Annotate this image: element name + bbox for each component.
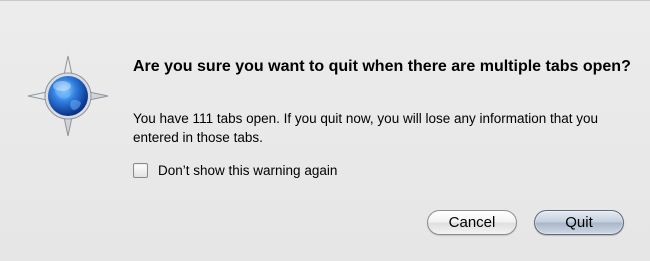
quit-button[interactable]: Quit [534,210,624,235]
quit-confirmation-dialog: Are you sure you want to quit when there… [0,0,650,261]
compass-icon [27,55,109,137]
dialog-message: You have 111 tabs open. If you quit now,… [133,111,599,145]
dont-show-again-row[interactable]: Don’t show this warning again [133,163,337,178]
cancel-button[interactable]: Cancel [427,210,517,235]
dont-show-again-label[interactable]: Don’t show this warning again [158,163,337,178]
dialog-title: Are you sure you want to quit when there… [133,58,631,75]
dont-show-again-checkbox[interactable] [133,163,148,178]
